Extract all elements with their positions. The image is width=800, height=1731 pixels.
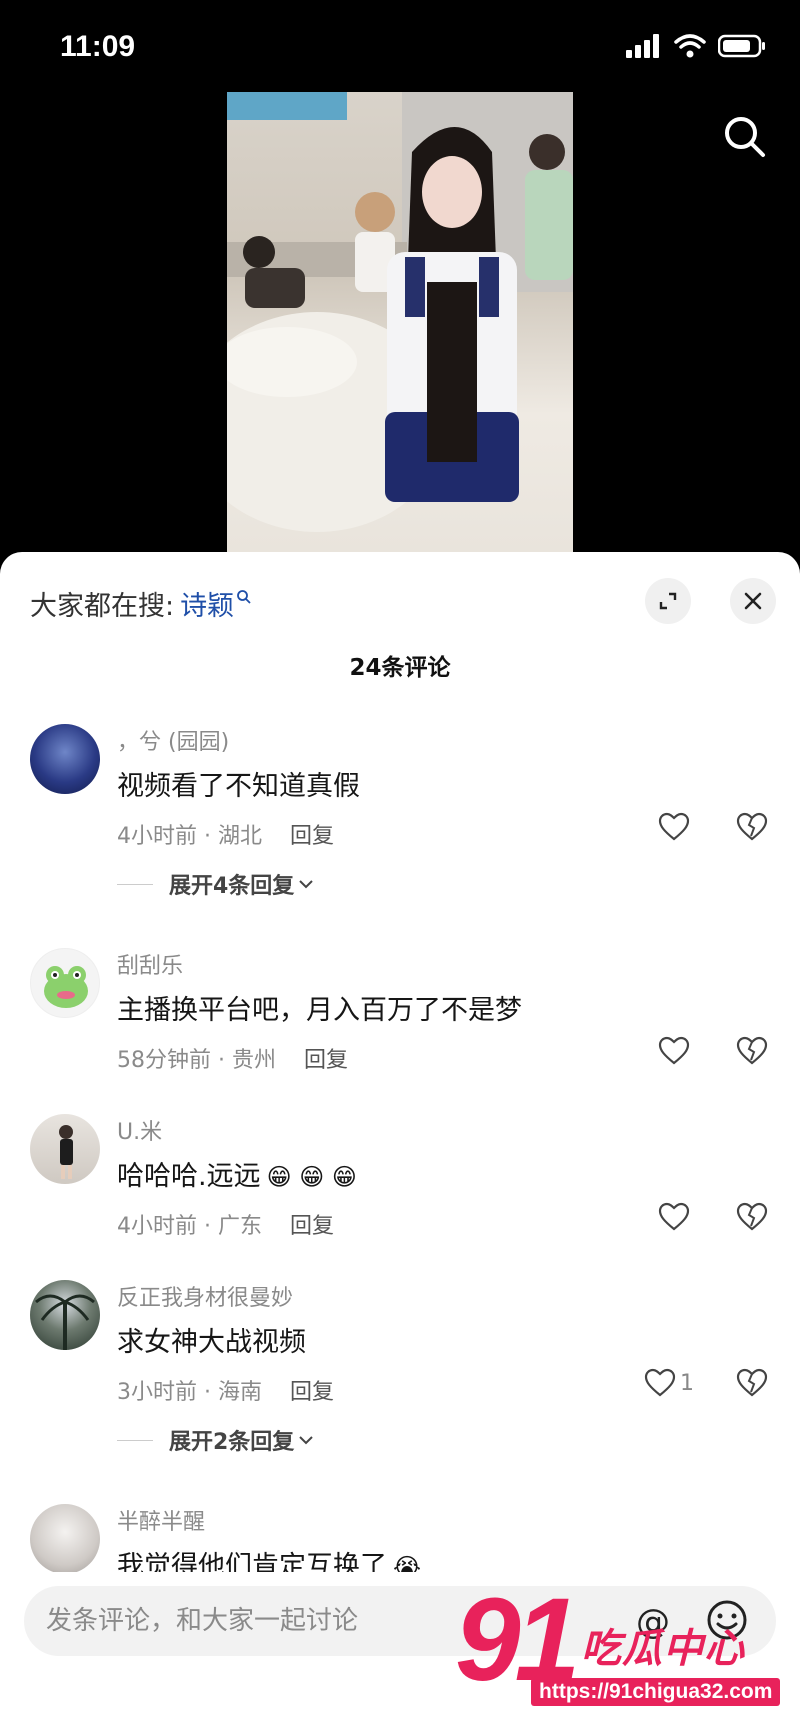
reply-button[interactable]: 回复 xyxy=(304,1048,348,1073)
comment-count: 24条评论 xyxy=(349,655,451,681)
hot-search-keyword[interactable]: 诗颖 xyxy=(180,584,234,623)
hot-search[interactable]: 大家都在搜: 诗颖 xyxy=(30,584,252,623)
person-avatar-icon xyxy=(59,1125,73,1179)
avatar[interactable] xyxy=(30,1504,100,1574)
small-search-icon xyxy=(237,590,251,604)
comment-time-location: 58分钟前 · 贵州 xyxy=(117,1048,276,1073)
comment-text-body: 哈哈哈.远远 xyxy=(117,1161,261,1192)
comment-time-location: 4小时前 · 湖北 xyxy=(117,824,262,849)
reply-button[interactable]: 回复 xyxy=(290,1214,334,1239)
like-button[interactable] xyxy=(658,1202,690,1232)
status-icons xyxy=(626,34,766,58)
status-bar: 11:09 xyxy=(0,0,800,92)
dislike-button[interactable] xyxy=(736,812,768,846)
dislike-button[interactable] xyxy=(736,1202,768,1236)
avatar[interactable] xyxy=(30,948,100,1018)
comment-meta: 4小时前 · 广东 回复 xyxy=(117,1208,334,1240)
wifi-icon xyxy=(674,34,706,58)
like-button[interactable]: 1 xyxy=(644,1368,694,1398)
reply-button[interactable]: 回复 xyxy=(290,1380,334,1405)
comment-time-location: 3小时前 · 海南 xyxy=(117,1380,262,1405)
search-icon xyxy=(725,117,765,157)
frog-avatar-icon xyxy=(44,966,88,1008)
search-button[interactable] xyxy=(720,112,770,162)
avatar[interactable] xyxy=(30,1280,100,1350)
dislike-button[interactable] xyxy=(736,1036,768,1070)
chevron-down-icon xyxy=(299,1436,314,1445)
hot-search-prefix: 大家都在搜: xyxy=(30,591,175,622)
comment-text: 主播换平台吧，月入百万了不是梦 xyxy=(117,995,522,1026)
comment-username[interactable]: 刮刮乐 xyxy=(117,948,183,980)
like-button[interactable] xyxy=(658,812,690,842)
avatar[interactable] xyxy=(30,724,100,794)
heart-icon xyxy=(658,1202,690,1231)
expand-button[interactable] xyxy=(645,578,691,624)
divider xyxy=(117,1439,153,1441)
battery-icon xyxy=(718,34,765,58)
broken-heart-icon xyxy=(736,1368,768,1397)
expand-replies-button[interactable]: 展开2条回复 xyxy=(117,1424,314,1456)
video-still xyxy=(227,92,573,532)
comment-text: 哈哈哈.远远 😁 😁 😁 xyxy=(117,1154,357,1193)
grin-emoji: 😁 😁 😁 xyxy=(266,1163,357,1191)
comment-username[interactable]: 半醉半醒 xyxy=(117,1504,205,1536)
comment-meta: 3小时前 · 海南 回复 xyxy=(117,1374,334,1406)
comment-meta: 4小时前 · 湖北 回复 xyxy=(117,818,334,850)
like-button[interactable] xyxy=(658,1036,690,1066)
avatar[interactable] xyxy=(30,1114,100,1184)
comment-username[interactable]: U.米 xyxy=(117,1114,162,1146)
comment-text: 求女神大战视频 xyxy=(117,1327,306,1358)
broken-heart-icon xyxy=(736,812,768,841)
heart-icon xyxy=(644,1368,676,1397)
divider xyxy=(117,883,153,885)
watermark-logo: 91 吃瓜中心 https://91chigua32.com xyxy=(455,1574,795,1720)
comment-meta: 58分钟前 · 贵州 回复 xyxy=(117,1042,348,1074)
signal-icon xyxy=(626,34,659,58)
watermark-title: 吃瓜中心 xyxy=(581,1626,745,1672)
comments-sheet: 大家都在搜: 诗颖 24条评论 ，兮 (园园) 视频看了不知道真假 4小时前 ·… xyxy=(0,552,800,1731)
heart-icon xyxy=(658,1036,690,1065)
reply-button[interactable]: 回复 xyxy=(290,824,334,849)
dislike-button[interactable] xyxy=(736,1368,768,1402)
broken-heart-icon xyxy=(736,1202,768,1231)
video-frame[interactable] xyxy=(227,92,573,552)
like-count: 1 xyxy=(680,1370,694,1396)
expand-replies-button[interactable]: 展开4条回复 xyxy=(117,868,314,900)
comment-text: 视频看了不知道真假 xyxy=(117,771,360,802)
expand-icon xyxy=(659,592,677,610)
palm-tree-avatar-icon xyxy=(35,1294,95,1350)
chevron-down-icon xyxy=(299,880,314,889)
broken-heart-icon xyxy=(736,1036,768,1065)
close-icon xyxy=(744,592,762,610)
status-time: 11:09 xyxy=(60,30,136,63)
video-player[interactable] xyxy=(0,92,800,552)
expand-replies-label: 展开4条回复 xyxy=(169,874,295,899)
comment-time-location: 4小时前 · 广东 xyxy=(117,1214,262,1239)
expand-replies-label: 展开2条回复 xyxy=(169,1430,295,1455)
close-button[interactable] xyxy=(730,578,776,624)
comment-username[interactable]: ，兮 (园园) xyxy=(117,724,229,756)
comment-username[interactable]: 反正我身材很曼妙 xyxy=(117,1280,293,1312)
watermark-url: https://91chigua32.com xyxy=(531,1678,781,1706)
heart-icon xyxy=(658,812,690,841)
